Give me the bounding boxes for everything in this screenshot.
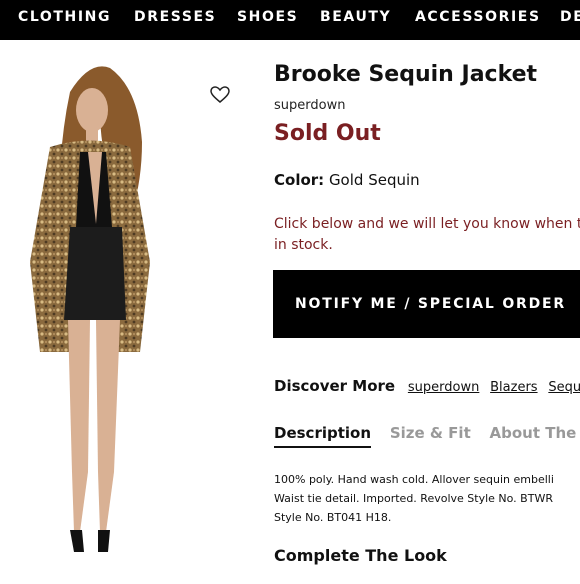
discover-link-superdown[interactable]: superdown: [408, 380, 479, 395]
description-line-3: Style No. BT041 H18.: [274, 511, 392, 524]
complete-the-look-heading: Complete The Look: [274, 546, 447, 565]
nav-designers[interactable]: DE: [560, 9, 580, 25]
tab-about-brand[interactable]: About The B: [490, 424, 580, 446]
brand-name[interactable]: superdown: [274, 98, 345, 113]
notify-me-button[interactable]: NOTIFY ME / SPECIAL ORDER: [273, 270, 580, 338]
nav-clothing[interactable]: CLOTHING: [18, 9, 111, 25]
top-navigation: CLOTHING DRESSES SHOES BEAUTY ACCESSORIE…: [0, 0, 580, 40]
wishlist-button[interactable]: [210, 86, 230, 108]
notify-line-1: Click below and we will let you know whe…: [274, 216, 580, 232]
discover-link-blazers[interactable]: Blazers: [490, 380, 537, 395]
color-label: Color:: [274, 171, 325, 189]
nav-dresses[interactable]: DRESSES: [134, 9, 216, 25]
description-line-2: Waist tie detail. Imported. Revolve Styl…: [274, 492, 553, 505]
status-badge: Sold Out: [274, 121, 381, 146]
product-title: Brooke Sequin Jacket: [274, 62, 538, 87]
discover-link-sequin[interactable]: Sequi: [548, 380, 580, 395]
product-image[interactable]: [0, 52, 260, 580]
color-value: Gold Sequin: [328, 171, 420, 189]
heart-icon: [210, 86, 230, 103]
nav-shoes[interactable]: SHOES: [237, 9, 298, 25]
tab-size-fit[interactable]: Size & Fit: [390, 424, 471, 446]
nav-accessories[interactable]: ACCESSORIES: [415, 9, 541, 25]
discover-more: Discover More superdown Blazers Sequi: [274, 377, 580, 395]
product-tabs: Description Size & Fit About The B: [274, 424, 580, 448]
notify-line-2: in stock.: [274, 237, 333, 253]
description-text: 100% poly. Hand wash cold. Allover sequi…: [274, 470, 554, 527]
notify-message: Click below and we will let you know whe…: [274, 214, 580, 256]
color-row: Color: Gold Sequin: [274, 171, 420, 189]
tab-description[interactable]: Description: [274, 424, 372, 448]
nav-beauty[interactable]: BEAUTY: [320, 9, 391, 25]
discover-label: Discover More: [274, 377, 396, 395]
description-line-1: 100% poly. Hand wash cold. Allover sequi…: [274, 473, 554, 486]
